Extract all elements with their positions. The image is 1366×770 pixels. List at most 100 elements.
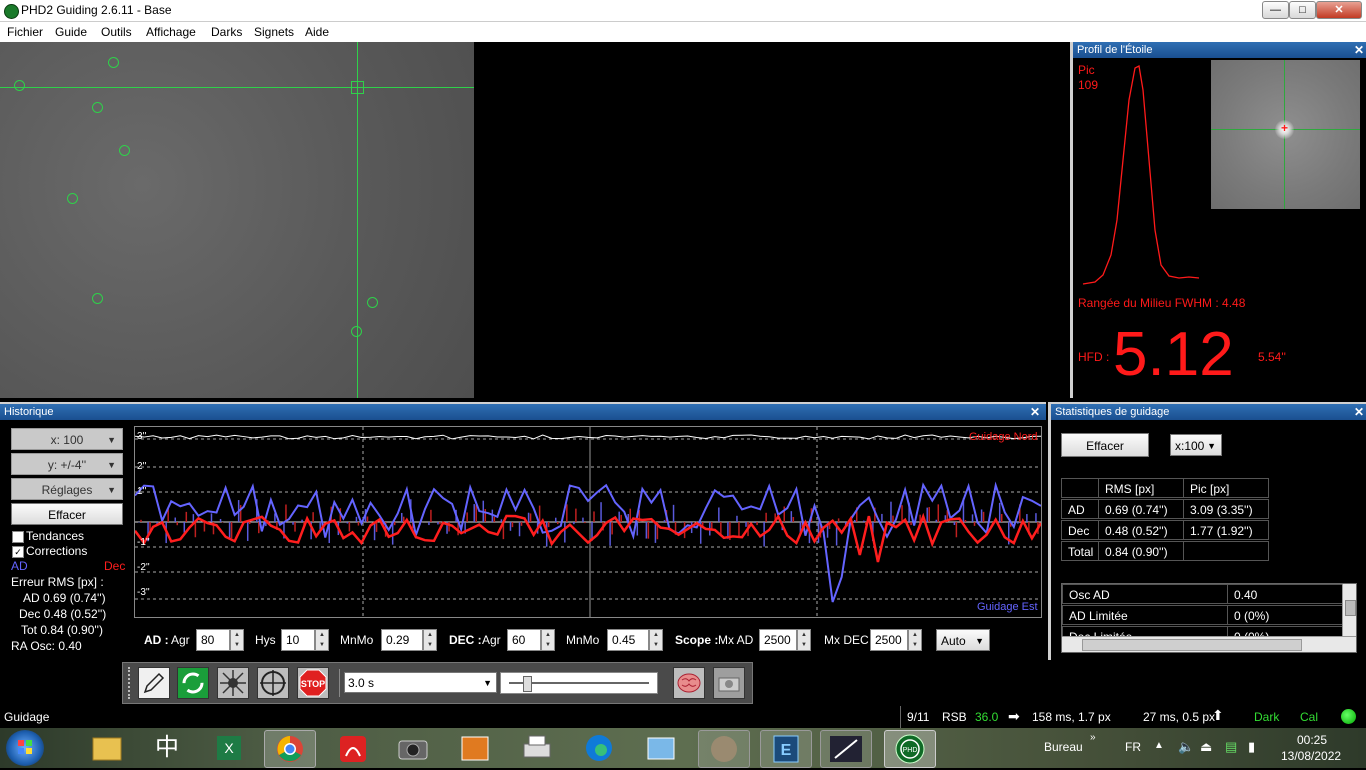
usb-icon[interactable]: ⏏	[1200, 739, 1212, 755]
clock-time[interactable]: 00:25	[1297, 733, 1327, 747]
settings-dropdown[interactable]: Réglages ▼	[11, 478, 123, 500]
camera-settings-button[interactable]	[713, 667, 745, 699]
taskbar-ekos[interactable]: E	[760, 730, 812, 768]
taskbar-excel[interactable]: X	[204, 730, 254, 766]
battery-icon[interactable]: ▮	[1248, 739, 1255, 755]
clock-date[interactable]: 13/08/2022	[1281, 749, 1341, 763]
connect-equipment-button[interactable]	[138, 667, 170, 699]
trends-checkbox[interactable]	[12, 531, 24, 543]
taskbar-printer[interactable]	[512, 730, 562, 766]
taskbar-explorer[interactable]	[82, 730, 132, 766]
stop-text: STOP	[301, 679, 325, 689]
mx-ad-stepper[interactable]: ▲ ▼	[797, 629, 811, 651]
maximize-button[interactable]: □	[1289, 1, 1316, 19]
horizontal-scrollbar[interactable]	[1062, 636, 1356, 652]
stats-clear-button[interactable]: Effacer	[1061, 433, 1149, 457]
stop-button[interactable]: STOP	[297, 667, 329, 699]
stats-scale-dropdown[interactable]: x:100 ▼	[1170, 434, 1222, 456]
mode-dropdown[interactable]: Auto ▼	[936, 629, 990, 651]
start-button[interactable]	[6, 730, 44, 766]
brain-settings-button[interactable]	[673, 667, 705, 699]
menu-aide[interactable]: Aide	[305, 25, 329, 39]
history-clear-button[interactable]: Effacer	[11, 503, 123, 525]
taskbar-ime[interactable]: 中	[142, 730, 192, 766]
taskbar-sky-app[interactable]	[820, 730, 872, 768]
window-title: PHD2 Guiding 2.6.11 - Base	[21, 3, 172, 17]
ad-agr-stepper[interactable]: ▲ ▼	[230, 629, 244, 651]
menu-signets[interactable]: Signets	[254, 25, 294, 39]
close-icon[interactable]: ✕	[1354, 404, 1364, 420]
scrollbar-thumb[interactable]	[1082, 639, 1302, 651]
network-icon[interactable]: ▤	[1225, 739, 1237, 755]
auto-select-star-button[interactable]	[217, 667, 249, 699]
ra-legend: AD	[11, 559, 28, 573]
trends-label: Tendances	[26, 529, 85, 543]
taskbar-chrome[interactable]	[264, 730, 316, 768]
y-tick-label: -3''	[137, 587, 150, 598]
mx-dec-stepper[interactable]: ▲ ▼	[908, 629, 922, 651]
taskbar-photos[interactable]	[450, 730, 500, 766]
title-bar: PHD2 Guiding 2.6.11 - Base — □ ✕	[0, 0, 1366, 22]
star-thumbnail: +	[1211, 60, 1360, 209]
menu-outils[interactable]: Outils	[101, 25, 132, 39]
close-icon[interactable]: ✕	[1030, 404, 1040, 420]
history-graph[interactable]: 3'' 2'' 1'' -1'' -2'' -3'' Guidage Nord …	[134, 426, 1042, 618]
excel-icon: X	[217, 736, 241, 760]
corrections-checkbox[interactable]: ✓	[12, 546, 24, 558]
language-indicator[interactable]: FR	[1125, 740, 1141, 754]
osc-grid[interactable]: Osc AD 0.40 AD Limitée 0 (0%) Dec Limité…	[1061, 583, 1357, 653]
tray-expand-icon[interactable]: ▲	[1154, 740, 1164, 751]
phd2-icon: PHD	[895, 734, 925, 764]
mode-value: Auto	[941, 634, 966, 648]
close-button[interactable]: ✕	[1316, 1, 1362, 19]
ad-agr-input[interactable]: 80	[196, 629, 230, 651]
vertical-scrollbar[interactable]	[1342, 584, 1356, 636]
mx-ad-input[interactable]: 2500	[759, 629, 797, 651]
svg-text:PHD: PHD	[903, 747, 918, 754]
ad-mnmo-input[interactable]: 0.29	[381, 629, 423, 651]
close-icon[interactable]: ✕	[1354, 42, 1364, 58]
toolbar-grip	[128, 667, 134, 699]
speaker-icon[interactable]: 🔈	[1178, 739, 1194, 755]
taskbar-acrobat[interactable]	[328, 730, 378, 766]
dec-agr-input[interactable]: 60	[507, 629, 541, 651]
scrollbar-thumb[interactable]	[1345, 600, 1356, 616]
dec-mnmo-input[interactable]: 0.45	[607, 629, 649, 651]
gamma-slider[interactable]	[500, 672, 658, 694]
folder-icon	[92, 737, 122, 761]
chevron-right-icon[interactable]: »	[1090, 732, 1096, 743]
menu-affichage[interactable]: Affichage	[146, 25, 196, 39]
star-circle	[92, 293, 103, 304]
dec-agr-stepper[interactable]: ▲ ▼	[541, 629, 555, 651]
hys-stepper[interactable]: ▲ ▼	[315, 629, 329, 651]
taskbar-control-panel[interactable]	[636, 730, 686, 766]
ad-heading: AD :	[144, 633, 169, 647]
crosshair-vertical	[357, 42, 358, 398]
crosshair-icon	[260, 670, 286, 696]
chevron-down-icon: ▼	[107, 485, 116, 495]
bureau-toolbar[interactable]: Bureau	[1044, 740, 1083, 754]
dec-mnmo-stepper[interactable]: ▲ ▼	[649, 629, 663, 651]
y-scale-dropdown[interactable]: y: +/-4'' ▼	[11, 453, 123, 475]
minimize-button[interactable]: —	[1262, 1, 1289, 19]
status-led-icon	[1341, 709, 1356, 724]
taskbar-phd2[interactable]: PHD	[884, 730, 936, 768]
menu-guide[interactable]: Guide	[55, 25, 87, 39]
star-circle	[108, 57, 119, 68]
taskbar-camera-app[interactable]	[388, 730, 438, 766]
x-scale-dropdown[interactable]: x: 100 ▼	[11, 428, 123, 450]
stats-cell: 0.48 (0.52'')	[1098, 520, 1184, 540]
menu-fichier[interactable]: Fichier	[7, 25, 43, 39]
exposure-dropdown[interactable]: 3.0 s ▼	[344, 672, 497, 693]
taskbar-edge[interactable]	[574, 730, 624, 766]
slider-thumb[interactable]	[523, 676, 532, 692]
loop-button[interactable]	[177, 667, 209, 699]
hys-input[interactable]: 10	[281, 629, 315, 651]
ad-mnmo-stepper[interactable]: ▲ ▼	[423, 629, 437, 651]
mx-dec-input[interactable]: 2500	[870, 629, 908, 651]
guide-button[interactable]	[257, 667, 289, 699]
camera-frame[interactable]	[0, 42, 474, 398]
menu-darks[interactable]: Darks	[211, 25, 242, 39]
stats-cell: 0.84 (0.90'')	[1098, 541, 1184, 561]
taskbar-stellarium[interactable]	[698, 730, 750, 768]
